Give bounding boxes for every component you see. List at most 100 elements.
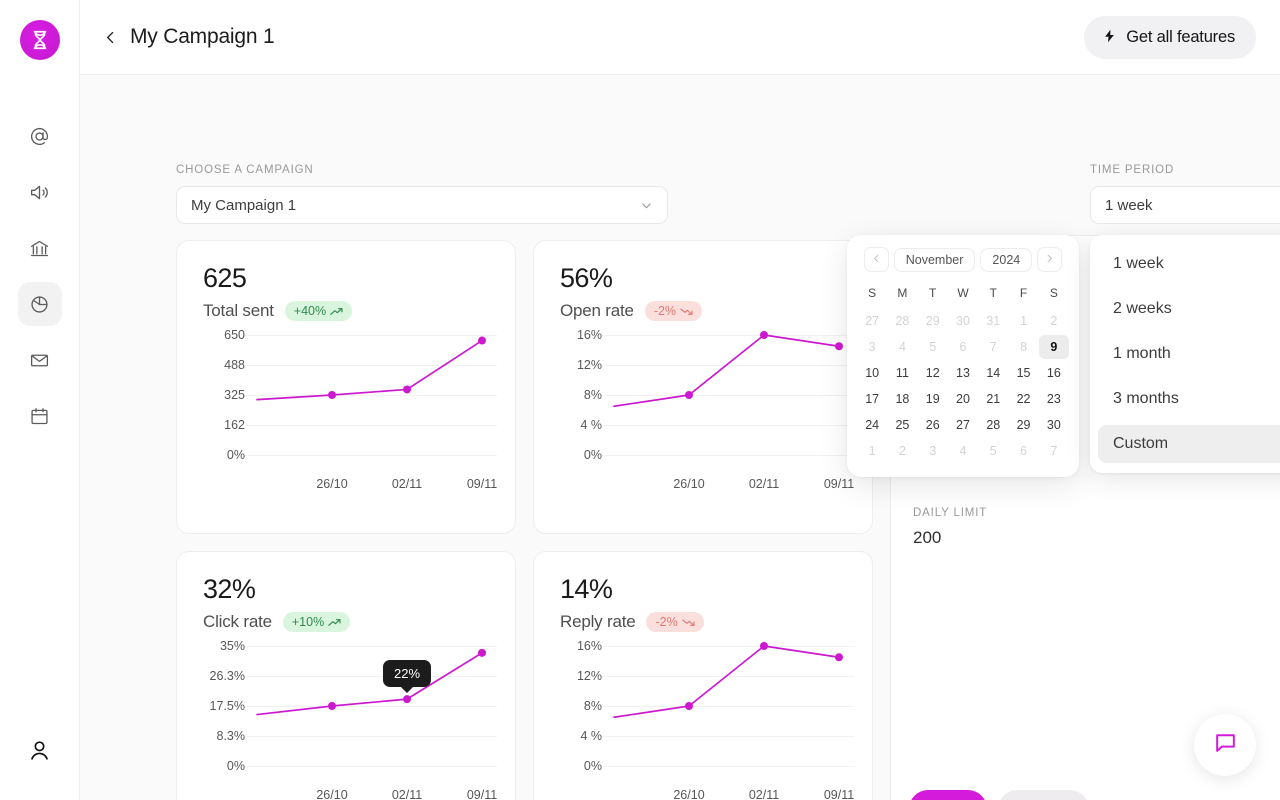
y-axis-tick: 12%	[576, 358, 602, 372]
sidebar-item-inbox[interactable]	[18, 338, 62, 382]
calendar-day[interactable]: 3	[918, 439, 948, 463]
calendar-dow-3: W	[957, 286, 969, 300]
status-badge: +10%	[282, 612, 351, 632]
calendar-day[interactable]: 18	[887, 387, 917, 411]
calendar-day[interactable]: 1	[1008, 309, 1038, 333]
metric-value: 32%	[203, 574, 256, 604]
data-point[interactable]	[328, 702, 336, 710]
calendar-day[interactable]: 10	[857, 361, 887, 385]
calendar-day[interactable]: 6	[948, 335, 978, 359]
calendar-day[interactable]: 12	[918, 361, 948, 385]
sidebar-item-organization[interactable]	[18, 226, 62, 270]
calendar-day[interactable]: 30	[948, 309, 978, 333]
data-point[interactable]	[760, 331, 768, 339]
y-axis-tick: 325	[224, 388, 245, 402]
calendar-day[interactable]: 24	[857, 413, 887, 437]
calendar-day[interactable]: 8	[1008, 335, 1038, 359]
data-point[interactable]	[403, 385, 411, 394]
metric-card-reply-rate: 14% Reply rate -2% 16% 12% 8% 4 % 0% 26/10 02/…	[533, 551, 873, 800]
calendar-day[interactable]: 30	[1039, 413, 1069, 437]
sidebar-item-mentions[interactable]	[18, 114, 62, 158]
calendar-day[interactable]: 31	[978, 309, 1008, 333]
dropdown-option-1-month[interactable]: 1 month	[1098, 335, 1280, 373]
calendar-prev-button[interactable]	[863, 247, 889, 272]
time-period-label: TIME PERIOD	[1090, 164, 1175, 176]
calendar-day[interactable]: 7	[978, 335, 1008, 359]
badge-text: +40%	[293, 304, 327, 318]
calendar-day[interactable]: 29	[918, 309, 948, 333]
calendar-day[interactable]: 13	[948, 361, 978, 385]
chart-tooltip: 22%	[382, 660, 432, 688]
calendar-grid: S M T W T F S 27 28 29 30 31 1 2 3 4 5 6 7 8 9 10 11 12 13 14 15 16…	[857, 282, 1069, 463]
calendar-day[interactable]: 16	[1039, 361, 1069, 385]
calendar-day[interactable]: 19	[918, 387, 948, 411]
calendar-day[interactable]: 28	[978, 413, 1008, 437]
calendar-day[interactable]: 11	[887, 361, 917, 385]
calendar-day[interactable]: 6	[1008, 439, 1038, 463]
dropdown-option-3-months[interactable]: 3 months	[1098, 380, 1280, 418]
date-picker-popup: November 2024 S M T W T F S 27 28 29 30 31 1 2 3 4 5 6 7 8 9…	[847, 235, 1079, 477]
sidebar-item-analytics[interactable]	[17, 282, 62, 326]
y-axis-tick: 650	[224, 328, 245, 342]
calendar-day[interactable]: 7	[1039, 439, 1069, 463]
calendar-header: November 2024	[857, 247, 1069, 272]
calendar-month-select[interactable]: November	[893, 247, 976, 272]
calendar-day[interactable]: 20	[948, 387, 978, 411]
data-point[interactable]	[835, 653, 843, 662]
time-period-select[interactable]: 1 week	[1090, 186, 1280, 224]
edit-button[interactable]: Edit	[909, 790, 987, 800]
dropdown-option-1-week[interactable]: 1 week	[1098, 245, 1280, 283]
calendar-day[interactable]: 29	[1008, 413, 1038, 437]
metric-subtitle: Open rate -2%	[534, 294, 872, 321]
calendar-year-select[interactable]: 2024	[980, 247, 1033, 272]
dropdown-option-custom[interactable]: Custom	[1098, 425, 1280, 463]
calendar-day[interactable]: 26	[918, 413, 948, 437]
calendar-day[interactable]: 27	[857, 309, 887, 333]
metric-value: 14%	[560, 574, 613, 604]
x-axis-tick: 02/11	[391, 788, 423, 800]
calendar-day[interactable]: 21	[978, 387, 1008, 411]
get-all-features-button[interactable]: Get all features	[1084, 15, 1256, 59]
data-point[interactable]	[478, 648, 486, 657]
calendar-day[interactable]: 5	[918, 335, 948, 359]
calendar-day[interactable]: 15	[1008, 361, 1038, 385]
data-point[interactable]	[685, 391, 693, 399]
calendar-day[interactable]: 17	[857, 387, 887, 411]
calendar-day[interactable]: 27	[948, 413, 978, 437]
avatar[interactable]	[20, 733, 60, 773]
calendar-day[interactable]: 14	[978, 361, 1008, 385]
app-logo[interactable]	[19, 20, 60, 60]
data-point[interactable]	[328, 391, 336, 399]
calendar-day[interactable]: 2	[887, 439, 917, 463]
chevron-left-icon[interactable]	[102, 29, 119, 46]
calendar-day[interactable]: 22	[1008, 387, 1038, 411]
chat-bubble-icon	[1213, 730, 1238, 760]
data-point[interactable]	[685, 702, 693, 710]
delete-button[interactable]: Delete	[997, 790, 1090, 800]
calendar-day[interactable]: 1	[857, 439, 887, 463]
dropdown-option-2-weeks[interactable]: 2 weeks	[1098, 290, 1280, 328]
data-point[interactable]	[478, 336, 486, 345]
calendar-day[interactable]: 2	[1039, 309, 1069, 333]
calendar-day[interactable]: 28	[887, 309, 917, 333]
calendar-next-button[interactable]	[1037, 247, 1063, 272]
data-point[interactable]	[403, 695, 411, 704]
campaign-select[interactable]: My Campaign 1	[176, 186, 668, 224]
y-axis-tick: 8%	[583, 699, 602, 713]
calendar-day[interactable]: 23	[1039, 387, 1069, 411]
data-point[interactable]	[835, 342, 843, 351]
chevron-left-icon	[871, 251, 882, 269]
content-area: CHOOSE A CAMPAIGN My Campaign 1 TIME PER…	[80, 75, 1280, 800]
calendar-day[interactable]: 25	[887, 413, 917, 437]
y-axis-labels: 35% 26.3% 17.5% 8.3% 0%	[191, 639, 245, 773]
calendar-day[interactable]: 5	[978, 439, 1008, 463]
calendar-day[interactable]: 9	[1038, 335, 1069, 359]
calendar-day[interactable]: 4	[948, 439, 978, 463]
sidebar-item-schedule[interactable]	[18, 394, 62, 438]
calendar-day[interactable]: 3	[857, 335, 887, 359]
chat-support-button[interactable]	[1194, 714, 1256, 776]
sidebar-item-campaigns[interactable]	[18, 170, 62, 214]
data-point[interactable]	[760, 642, 768, 650]
calendar-day[interactable]: 4	[887, 335, 917, 359]
calendar-dow-5: F	[1019, 286, 1028, 300]
